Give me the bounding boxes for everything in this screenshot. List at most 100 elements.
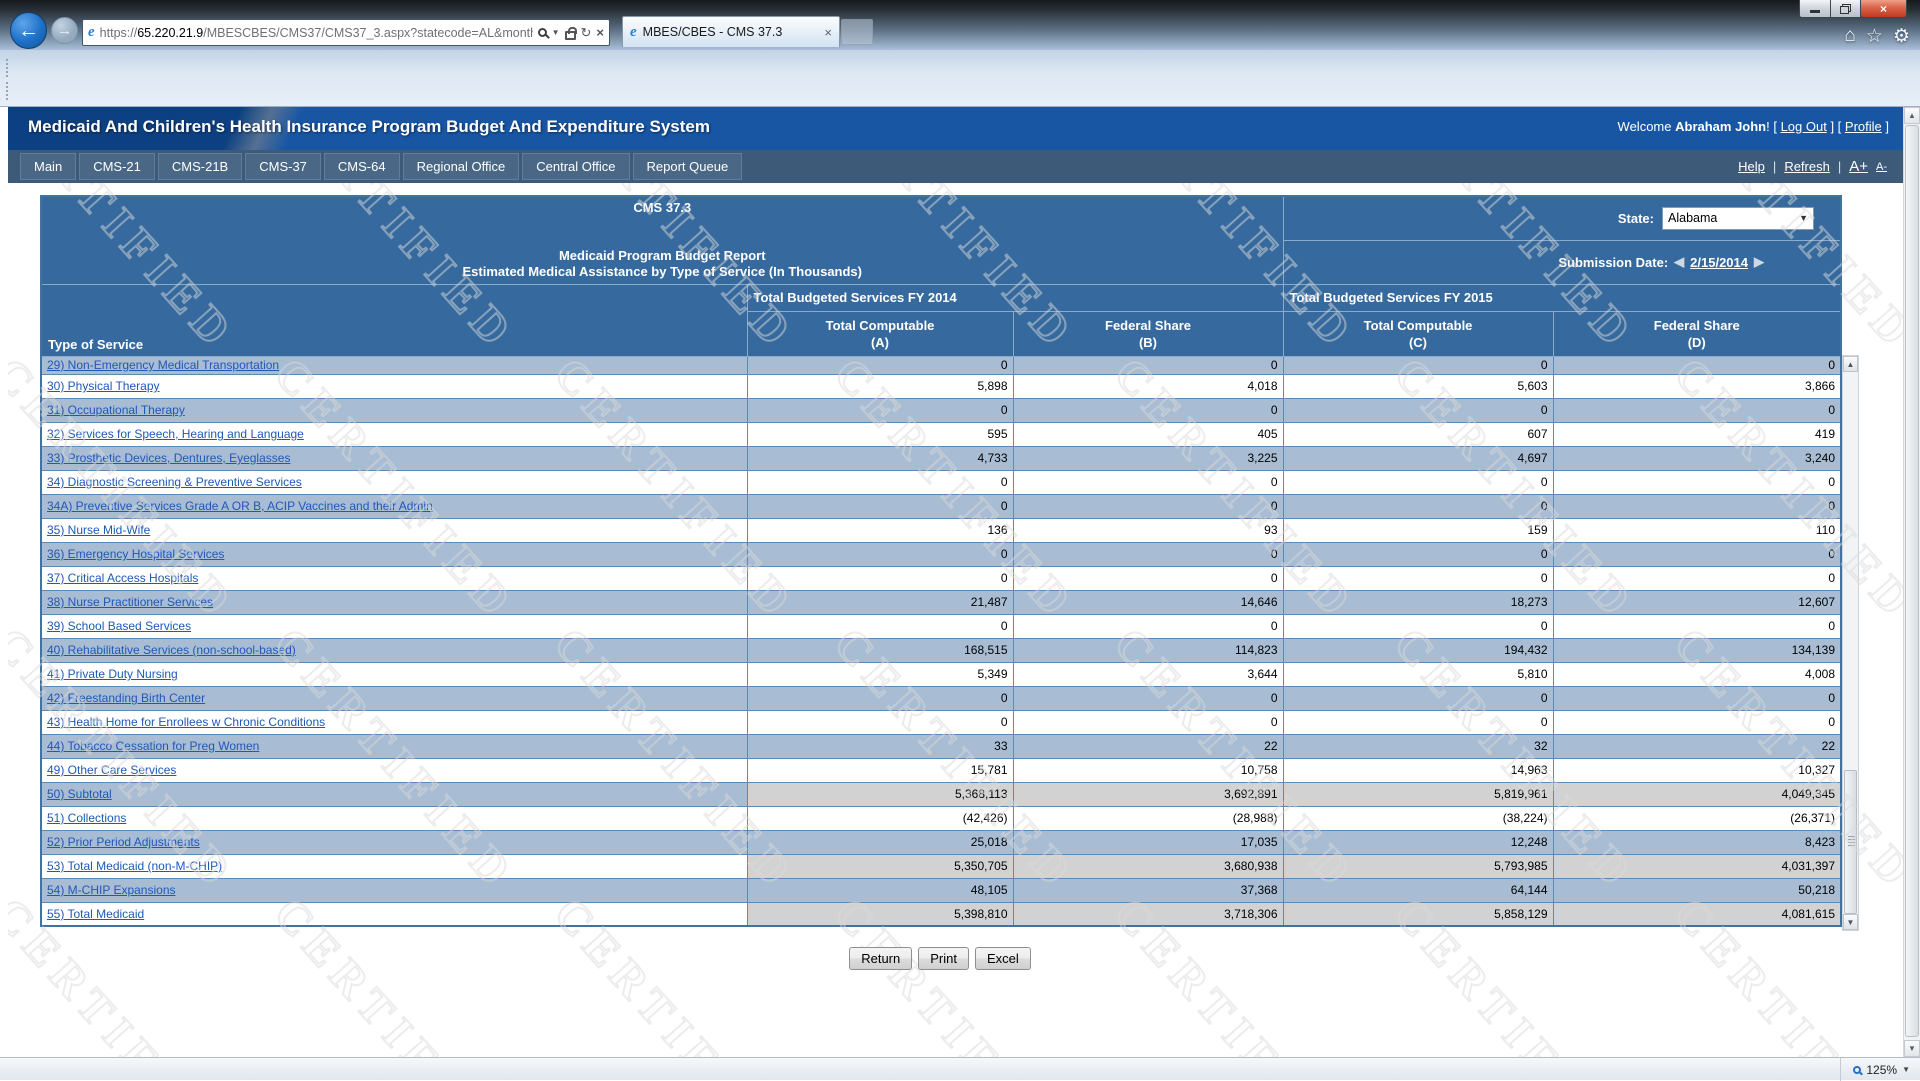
value-c-cell: 64,144 bbox=[1283, 878, 1553, 902]
url-text[interactable]: https://65.220.21.9/MBESCBES/CMS37/CMS37… bbox=[100, 26, 533, 40]
favbar-grip bbox=[6, 82, 8, 100]
service-link[interactable]: 52) Prior Period Adjustments bbox=[47, 835, 200, 849]
action-button[interactable]: Return bbox=[849, 947, 912, 970]
value-d-cell: 10,327 bbox=[1553, 758, 1841, 782]
ie-page-icon: e bbox=[88, 24, 95, 41]
zoom-control[interactable]: 125% ▼ bbox=[1840, 1058, 1910, 1081]
state-select[interactable]: Alabama ▼ bbox=[1662, 207, 1814, 230]
service-link[interactable]: 32) Services for Speech, Hearing and Lan… bbox=[47, 427, 304, 441]
service-link[interactable]: 42) Freestanding Birth Center bbox=[47, 691, 205, 705]
address-bar[interactable]: e https://65.220.21.9/MBESCBES/CMS37/CMS… bbox=[82, 19, 610, 46]
font-increase-link[interactable]: A+ bbox=[1849, 158, 1868, 175]
browser-forward-button[interactable]: → bbox=[51, 17, 78, 44]
table-row: 30) Physical Therapy 5,898 4,018 5,603 3… bbox=[41, 374, 1841, 398]
service-link[interactable]: 29) Non-Emergency Medical Transportation bbox=[47, 358, 279, 372]
form-id: CMS 37.3 bbox=[42, 197, 1283, 215]
service-link[interactable]: 40) Rehabilitative Services (non-school-… bbox=[47, 643, 296, 657]
service-link[interactable]: 31) Occupational Therapy bbox=[47, 403, 185, 417]
nav-tab[interactable]: CMS-37 bbox=[245, 153, 321, 180]
service-link[interactable]: 39) School Based Services bbox=[47, 619, 191, 633]
service-link[interactable]: 36) Emergency Hospital Services bbox=[47, 547, 224, 561]
service-link[interactable]: 38) Nurse Practitioner Services bbox=[47, 595, 213, 609]
value-c-cell: 5,793,985 bbox=[1283, 854, 1553, 878]
value-b-cell: 3,644 bbox=[1013, 662, 1283, 686]
nav-tab[interactable]: Regional Office bbox=[403, 153, 520, 180]
zoom-dropdown-icon[interactable]: ▼ bbox=[1902, 1065, 1910, 1074]
action-buttons: Return Print Excel bbox=[40, 947, 1840, 970]
nav-tab[interactable]: CMS-64 bbox=[324, 153, 400, 180]
table-row: 49) Other Care Services 15,781 10,758 14… bbox=[41, 758, 1841, 782]
table-scrollbar[interactable]: ▲ ▼ bbox=[1842, 355, 1859, 931]
page-scroll-down-icon[interactable]: ▼ bbox=[1904, 1040, 1920, 1057]
refresh-link[interactable]: Refresh bbox=[1784, 159, 1830, 174]
page-scroll-up-icon[interactable]: ▲ bbox=[1904, 107, 1920, 124]
value-b-cell: 0 bbox=[1013, 710, 1283, 734]
service-link[interactable]: 51) Collections bbox=[47, 811, 126, 825]
refresh-icon[interactable]: ↻ bbox=[581, 25, 592, 41]
home-icon[interactable]: ⌂ bbox=[1844, 25, 1855, 48]
service-link[interactable]: 35) Nurse Mid-Wife bbox=[47, 523, 150, 537]
service-link[interactable]: 50) Subtotal bbox=[47, 787, 112, 801]
table-scrollbar-thumb[interactable] bbox=[1844, 770, 1857, 914]
restore-button[interactable] bbox=[1830, 0, 1861, 18]
stop-icon[interactable]: × bbox=[596, 25, 604, 40]
date-prev-icon[interactable]: ◀ bbox=[1674, 254, 1684, 270]
service-link[interactable]: 34A) Preventive Services Grade A OR B, A… bbox=[47, 499, 433, 513]
value-b-cell: 17,035 bbox=[1013, 830, 1283, 854]
page-scrollbar[interactable]: ▲ ▼ bbox=[1903, 107, 1920, 1057]
nav-bar: MainCMS-21CMS-21BCMS-37CMS-64Regional Of… bbox=[8, 150, 1903, 183]
logout-link[interactable]: Log Out bbox=[1781, 119, 1827, 134]
tab-close-icon[interactable]: × bbox=[824, 25, 832, 40]
service-link[interactable]: 43) Health Home for Enrollees w Chronic … bbox=[47, 715, 325, 729]
nav-tab[interactable]: Central Office bbox=[522, 153, 629, 180]
help-link[interactable]: Help bbox=[1738, 159, 1765, 174]
scroll-down-icon[interactable]: ▼ bbox=[1843, 914, 1858, 930]
value-d-cell: 0 bbox=[1553, 614, 1841, 638]
favorites-star-icon[interactable]: ☆ bbox=[1866, 25, 1883, 48]
value-a-cell: 48,105 bbox=[747, 878, 1013, 902]
table-row: 37) Critical Access Hospitals 0 0 0 0 bbox=[41, 566, 1841, 590]
action-button[interactable]: Print bbox=[918, 947, 969, 970]
action-button[interactable]: Excel bbox=[975, 947, 1031, 970]
page-scrollbar-thumb[interactable] bbox=[1905, 125, 1919, 1037]
zoom-level: 125% bbox=[1866, 1063, 1897, 1077]
nav-tab[interactable]: CMS-21B bbox=[158, 153, 242, 180]
service-cell: 39) School Based Services bbox=[41, 614, 747, 638]
nav-tab[interactable]: CMS-21 bbox=[79, 153, 155, 180]
browser-back-button[interactable]: ← bbox=[10, 12, 47, 49]
service-link[interactable]: 34) Diagnostic Screening & Preventive Se… bbox=[47, 475, 302, 489]
service-cell: 54) M-CHIP Expansions bbox=[41, 878, 747, 902]
address-dropdown-icon[interactable]: ▼ bbox=[552, 28, 560, 37]
close-button[interactable]: × bbox=[1861, 0, 1907, 18]
table-row: 50) Subtotal 5,368,113 3,692,891 5,819,9… bbox=[41, 782, 1841, 806]
app-page: Medicaid And Children's Health Insurance… bbox=[8, 107, 1903, 1057]
new-tab-button[interactable] bbox=[841, 19, 873, 45]
service-link[interactable]: 33) Prosthetic Devices, Dentures, Eyegla… bbox=[47, 451, 290, 465]
service-link[interactable]: 44) Tobacco Cessation for Preg Women bbox=[47, 739, 259, 753]
submission-date-link[interactable]: 2/15/2014 bbox=[1690, 255, 1748, 270]
service-link[interactable]: 49) Other Care Services bbox=[47, 763, 176, 777]
minimize-button[interactable] bbox=[1799, 0, 1830, 18]
scroll-up-icon[interactable]: ▲ bbox=[1843, 356, 1858, 372]
search-icon[interactable] bbox=[538, 28, 547, 37]
report-title-block: CMS 37.3 Medicaid Program Budget Report … bbox=[41, 196, 1283, 284]
service-link[interactable]: 37) Critical Access Hospitals bbox=[47, 571, 198, 585]
service-link[interactable]: 55) Total Medicaid bbox=[47, 907, 144, 921]
tools-gear-icon[interactable]: ⚙ bbox=[1893, 25, 1910, 48]
profile-link[interactable]: Profile bbox=[1845, 119, 1882, 134]
nav-tab[interactable]: Main bbox=[20, 153, 76, 180]
date-next-icon[interactable]: ▶ bbox=[1754, 254, 1764, 270]
value-c-cell: 32 bbox=[1283, 734, 1553, 758]
user-name: Abraham John bbox=[1675, 119, 1766, 134]
value-a-cell: 25,018 bbox=[747, 830, 1013, 854]
service-link[interactable]: 30) Physical Therapy bbox=[47, 379, 160, 393]
browser-tab[interactable]: e MBES/CBES - CMS 37.3 × bbox=[622, 16, 840, 47]
nav-tab[interactable]: Report Queue bbox=[633, 153, 743, 180]
service-link[interactable]: 41) Private Duty Nursing bbox=[47, 667, 178, 681]
font-decrease-link[interactable]: A- bbox=[1876, 161, 1887, 173]
service-link[interactable]: 53) Total Medicaid (non-M-CHIP) bbox=[47, 859, 222, 873]
value-a-cell: 5,349 bbox=[747, 662, 1013, 686]
service-link[interactable]: 54) M-CHIP Expansions bbox=[47, 883, 176, 897]
value-b-cell: 10,758 bbox=[1013, 758, 1283, 782]
fy2015-group-header: Total Budgeted Services FY 2015 bbox=[1283, 284, 1841, 311]
